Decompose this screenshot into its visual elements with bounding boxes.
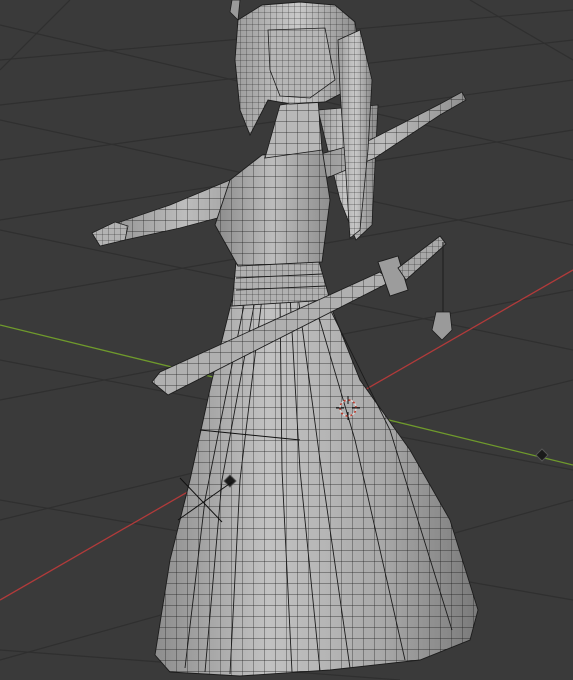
viewport-canvas[interactable] xyxy=(0,0,573,680)
3d-viewport[interactable] xyxy=(0,0,573,680)
empty-diamond-icon[interactable] xyxy=(535,448,549,462)
